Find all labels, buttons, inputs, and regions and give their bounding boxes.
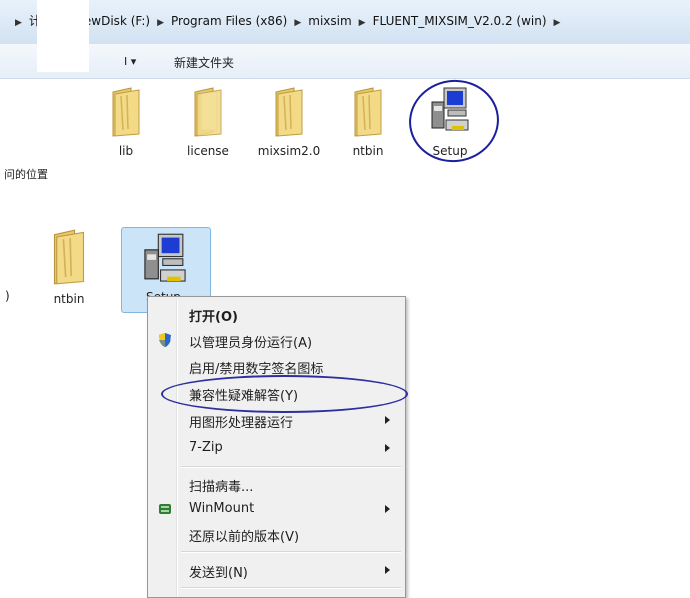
file-label: ntbin (352, 144, 384, 158)
folder-icon (112, 87, 140, 137)
folder-ntbin[interactable]: ntbin (345, 86, 391, 158)
context-menu: 打开(O) 以管理员身份运行(A) 启用/禁用数字签名图标 兼容性疑难解答(Y)… (147, 296, 406, 598)
file-label: license (187, 144, 229, 158)
winmount-icon (159, 504, 171, 514)
uac-shield-icon (159, 333, 171, 347)
folder-icon (275, 87, 303, 137)
setup-installer-icon (144, 233, 186, 282)
submenu-arrow-icon (385, 505, 390, 513)
menu-separator (181, 587, 401, 589)
folder-mixsim2[interactable]: mixsim2.0 (256, 86, 322, 158)
submenu-arrow-icon (385, 416, 390, 424)
organize-button[interactable]: I ▾ (124, 55, 136, 68)
menu-item-restore-previous[interactable]: 还原以前的版本(V) (150, 522, 402, 546)
sidebar-item-recent-places[interactable]: 问的位置 (4, 166, 48, 182)
menu-item-label: WinMount (189, 501, 255, 516)
folder-ntbin[interactable]: ntbin (40, 228, 98, 306)
menu-item-7zip[interactable]: 7-Zip (150, 436, 402, 460)
menu-item-label: 还原以前的版本(V) (189, 530, 300, 545)
file-label: lib (118, 144, 134, 158)
folder-icon (354, 87, 382, 137)
file-label: mixsim2.0 (257, 144, 321, 158)
menu-item-send-to[interactable]: 发送到(N) (150, 558, 402, 582)
new-folder-button[interactable]: 新建文件夹 (174, 54, 234, 71)
submenu-arrow-icon (385, 444, 390, 452)
menu-item-winmount[interactable]: WinMount (150, 497, 402, 521)
menu-separator (181, 551, 401, 553)
menu-separator (181, 466, 401, 468)
menu-item-label: 启用/禁用数字签名图标 (189, 362, 324, 377)
menu-item-label: 7-Zip (189, 440, 223, 455)
explorer-window-top: ▶ 计 NewDisk (F:) ▶ Program Files (x86) ▶ mixsi… (0, 0, 690, 210)
chevron-right-icon[interactable]: ▶ (15, 18, 22, 28)
chevron-right-icon[interactable]: ▶ (294, 18, 301, 28)
file-label-partial: ) (5, 289, 10, 303)
folder-lib[interactable]: lib (103, 86, 149, 158)
redaction-mask (37, 0, 89, 72)
menu-item-run-as-admin[interactable]: 以管理员身份运行(A) (150, 328, 402, 352)
annotation-circle (161, 375, 408, 413)
annotation-circle (403, 74, 505, 168)
command-bar: I ▾ 新建文件夹 (0, 44, 690, 79)
chevron-right-icon[interactable]: ▶ (359, 18, 366, 28)
breadcrumb: ▶ 计 NewDisk (F:) ▶ Program Files (x86) ▶ mixsi… (8, 12, 567, 29)
address-bar[interactable]: ▶ 计 NewDisk (F:) ▶ Program Files (x86) ▶ mixsi… (0, 0, 690, 45)
menu-item-label: 以管理员身份运行(A) (189, 336, 313, 351)
folder-icon (194, 87, 222, 137)
breadcrumb-mixsim[interactable]: mixsim (308, 14, 351, 28)
chevron-right-icon[interactable]: ▶ (554, 18, 561, 28)
breadcrumb-fluent-mixsim[interactable]: FLUENT_MIXSIM_V2.0.2 (win) (373, 14, 547, 28)
menu-item-scan-virus[interactable]: 扫描病毒... (150, 472, 402, 496)
chevron-right-icon[interactable]: ▶ (157, 18, 164, 28)
submenu-arrow-icon (385, 566, 390, 574)
menu-item-label: 发送到(N) (189, 566, 248, 581)
menu-item-label: 扫描病毒... (189, 480, 254, 495)
file-label: ntbin (53, 292, 85, 306)
menu-item-label: 打开(O) (189, 310, 238, 325)
breadcrumb-program-files[interactable]: Program Files (x86) (171, 14, 287, 28)
menu-item-open[interactable]: 打开(O) (150, 302, 402, 326)
folder-icon (53, 229, 85, 285)
menu-item-label: 用图形处理器运行 (189, 416, 294, 431)
folder-license[interactable]: license (180, 86, 236, 158)
